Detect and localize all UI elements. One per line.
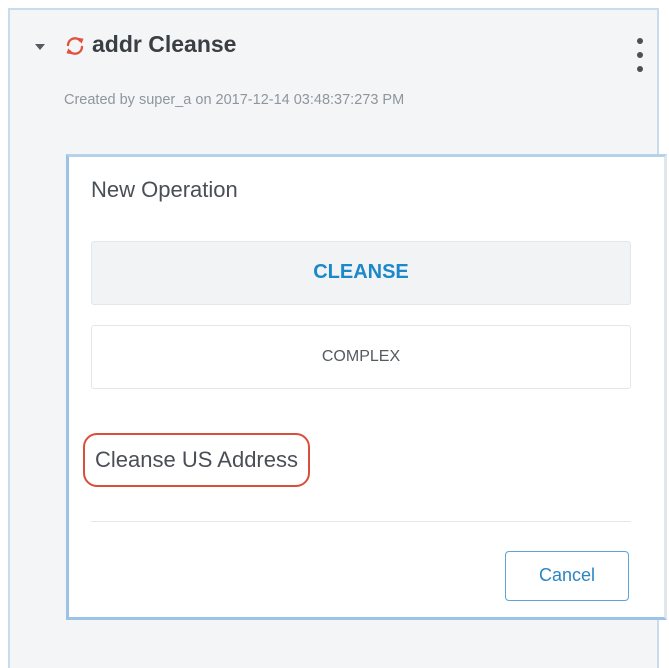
divider <box>91 521 631 522</box>
refresh-icon[interactable] <box>63 34 87 58</box>
kebab-dot <box>637 66 643 72</box>
kebab-dot <box>637 52 643 58</box>
new-operation-card: New Operation CLEANSE COMPLEX Cleanse US… <box>66 154 667 620</box>
rule-header: addr Cleanse Created by super_a on 2017-… <box>10 10 657 130</box>
caret-down-icon[interactable] <box>35 44 45 50</box>
cancel-button[interactable]: Cancel <box>505 551 629 601</box>
card-title: New Operation <box>91 177 238 202</box>
operation-description[interactable]: Cleanse US Address <box>83 433 310 487</box>
rule-title: addr Cleanse <box>92 31 237 57</box>
kebab-dot <box>637 38 643 44</box>
created-info: Created by super_a on 2017-12-14 03:48:3… <box>64 92 405 108</box>
complex-option-button[interactable]: COMPLEX <box>91 325 631 389</box>
cleanse-option-button[interactable]: CLEANSE <box>91 241 631 305</box>
kebab-menu-icon[interactable] <box>632 38 648 80</box>
rule-panel: addr Cleanse Created by super_a on 2017-… <box>8 8 667 668</box>
